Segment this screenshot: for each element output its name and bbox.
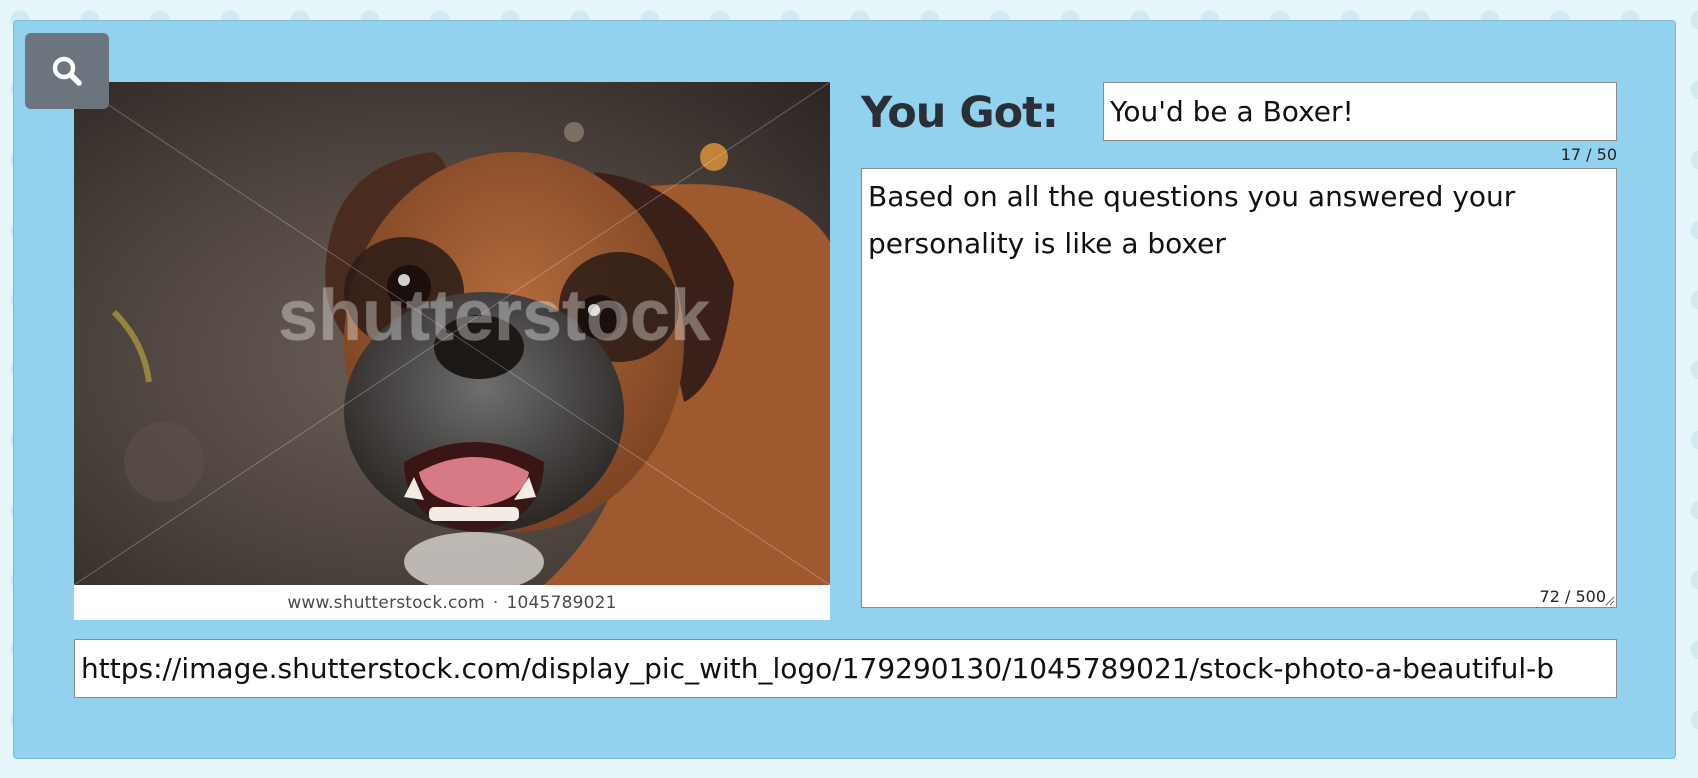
- caption-id: 1045789021: [506, 592, 617, 613]
- result-editor-panel: shutterstock www.shutterstock.com · 1045…: [13, 20, 1676, 759]
- result-image: shutterstock www.shutterstock.com · 1045…: [74, 82, 830, 620]
- caption-site: www.shutterstock.com: [287, 592, 485, 613]
- search-button[interactable]: [25, 33, 109, 109]
- image-caption: www.shutterstock.com · 1045789021: [74, 585, 830, 620]
- caption-separator: ·: [492, 592, 499, 613]
- description-char-counter: 72 / 500: [1539, 587, 1606, 606]
- result-description-textarea[interactable]: Based on all the questions you answered …: [861, 168, 1617, 608]
- result-title-input[interactable]: [1103, 82, 1617, 141]
- boxer-dog-photo: shutterstock: [74, 82, 830, 585]
- image-url-input[interactable]: [74, 639, 1617, 698]
- search-icon: [52, 56, 82, 86]
- title-char-counter: 17 / 50: [1560, 145, 1617, 164]
- result-heading: You Got:: [861, 88, 1059, 138]
- watermark-text: shutterstock: [278, 276, 711, 356]
- resize-grip-icon[interactable]: [1605, 596, 1615, 606]
